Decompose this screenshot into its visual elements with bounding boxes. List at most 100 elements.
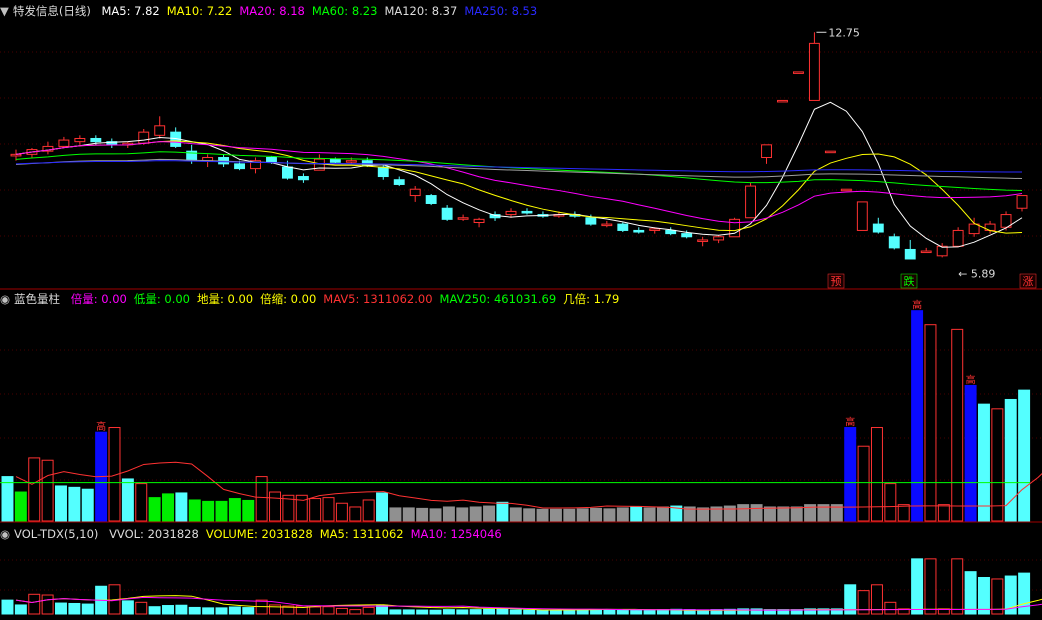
volume-bar: [1004, 398, 1017, 522]
volume-bar: [269, 491, 282, 522]
volume-bar: [402, 507, 415, 522]
vol-bar: [977, 577, 990, 615]
kline-chart[interactable]: 12.75← 5.89预跌涨高 高高高: [0, 0, 1042, 616]
ma-label-5: MA250: 8.53: [464, 4, 538, 18]
volume-bar: [937, 504, 950, 522]
collapse-toggle-icon[interactable]: ◉: [0, 527, 10, 541]
volume-bar: [964, 384, 977, 522]
candle-body: [505, 210, 517, 216]
volume-bar: [924, 324, 937, 522]
vol-bar: [616, 609, 629, 615]
volume-bar: [496, 501, 509, 522]
volume-bar: [884, 483, 897, 522]
ma-label-3: MA60: 8.23: [311, 4, 378, 18]
volume-bar: [148, 497, 161, 522]
volume-bar: [763, 506, 776, 522]
vol-bar: [242, 607, 255, 615]
vol-bar: [148, 606, 161, 615]
candle-body: [377, 166, 389, 178]
ma10-line: [15, 140, 1023, 234]
vol-bar: [228, 606, 241, 615]
vol-bar: [188, 606, 201, 615]
ma-label-1: MA10: 7.22: [166, 4, 233, 18]
vol-bar: [322, 606, 335, 615]
candle-body: [58, 139, 70, 147]
vol-bar: [68, 602, 81, 615]
vol-bar: [429, 609, 442, 615]
volume-bar: [549, 508, 562, 522]
volume-bar: [255, 476, 268, 522]
volume-bar: [911, 310, 924, 522]
volume-bar: [28, 457, 41, 522]
vol-bar: [643, 609, 656, 615]
vol-bar: [509, 609, 522, 615]
volume-bar: [630, 506, 643, 522]
volume-bar: [202, 500, 215, 522]
ma-label-2: MA20: 8.18: [239, 4, 305, 18]
vol-bar: [536, 609, 549, 615]
vol-bar: [469, 609, 482, 615]
volume-bar: [362, 499, 375, 522]
candle-body: [154, 125, 166, 136]
volume-bar: [643, 507, 656, 522]
volume-bar: [349, 506, 362, 522]
candle-body: [425, 195, 437, 204]
volume-bar: [389, 507, 402, 522]
volume-bar: [456, 507, 469, 522]
vol-bar: [576, 609, 589, 615]
signal-marker-1: 跌: [904, 274, 915, 288]
collapse-toggle-icon[interactable]: ◉: [0, 292, 10, 306]
vol-bar: [14, 604, 27, 615]
volume-bar: [777, 506, 790, 522]
high-price-label: 12.75: [828, 26, 860, 39]
signal-marker-0: 预: [831, 275, 842, 288]
vol-bar: [964, 571, 977, 615]
stat-label-4: MAV5: 1311062.00: [323, 292, 433, 306]
vol-bar: [121, 600, 134, 615]
vol-bar: [911, 558, 924, 615]
stat-label-5: MAV250: 461031.69: [439, 292, 557, 306]
vol-bar: [135, 601, 148, 615]
candle-body: [409, 188, 421, 197]
candle-body: [297, 176, 309, 181]
candle-body: [234, 163, 245, 170]
vol-bar: [162, 605, 174, 615]
stock-title: 特发信息(日线): [12, 4, 91, 18]
gao-label: 高: [96, 420, 106, 433]
vol-bar: [483, 608, 496, 615]
volume-bar: [897, 504, 910, 522]
volume-bar: [68, 486, 81, 522]
volume-bar: [442, 506, 455, 522]
vol-bar: [523, 609, 536, 615]
volume-bar: [188, 499, 201, 522]
vol-bar: [402, 609, 415, 615]
volume-bar: [536, 508, 549, 522]
collapse-toggle-icon[interactable]: ▼: [0, 4, 9, 18]
ma120-line: [15, 158, 1023, 180]
vol-bar: [884, 601, 897, 615]
volume-bar: [509, 507, 522, 522]
volume-bar: [1, 476, 14, 522]
blue-volume-header: ◉ 蓝色量柱 倍量: 0.00 低量: 0.00 地量: 0.00 倍缩: 0.00 MA…: [0, 290, 633, 308]
candle-body: [649, 228, 661, 231]
vol-bar: [362, 606, 375, 615]
gao-label: 高: [966, 373, 976, 386]
candle-body: [777, 99, 788, 103]
indicator-title: VOL-TDX(5,10): [14, 527, 99, 541]
vol-bar: [215, 607, 228, 615]
volume-bar: [175, 492, 188, 522]
ma-label-4: MA120: 8.37: [384, 4, 458, 18]
candle-body: [617, 223, 629, 231]
price-panel-header: ▼ 特发信息(日线) MA5: 7.82 MA10: 7.22 MA20: 8.18 M…: [0, 2, 551, 20]
vol-bar: [41, 594, 54, 615]
vol-bar: [924, 558, 937, 615]
candle-body: [457, 217, 469, 220]
candle-body: [393, 179, 405, 185]
candle-body: [266, 157, 277, 163]
volume-bar: [215, 500, 228, 522]
volume-bar: [697, 507, 710, 522]
candle-body: [10, 153, 22, 157]
candle-body: [793, 71, 804, 74]
chart-window: 12.75 ← 5.89 预跌涨高高高高 ▼ 特发信息(日线) MA5: 7.82 MA…: [0, 0, 1042, 616]
signal-marker-2: 涨: [1023, 275, 1034, 288]
